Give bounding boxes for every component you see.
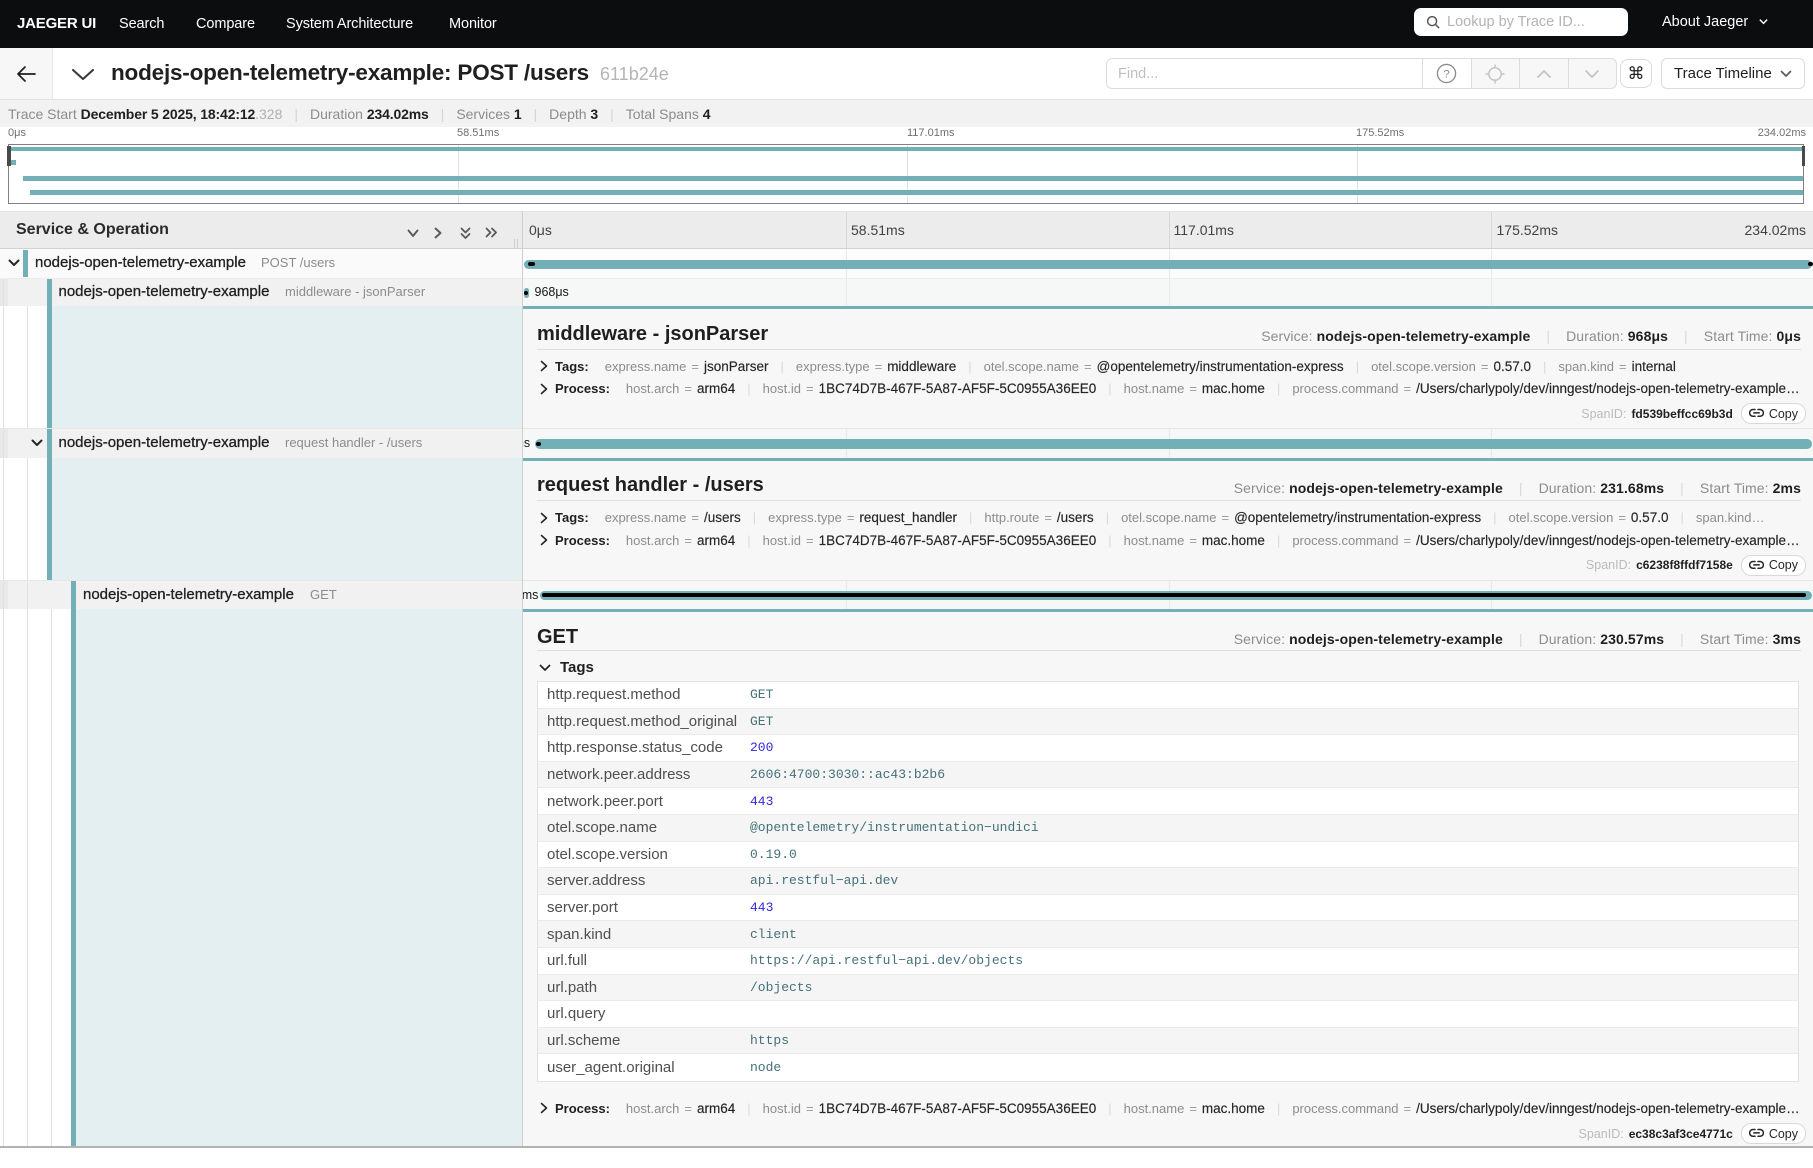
svg-text:?: ? bbox=[1444, 69, 1450, 81]
